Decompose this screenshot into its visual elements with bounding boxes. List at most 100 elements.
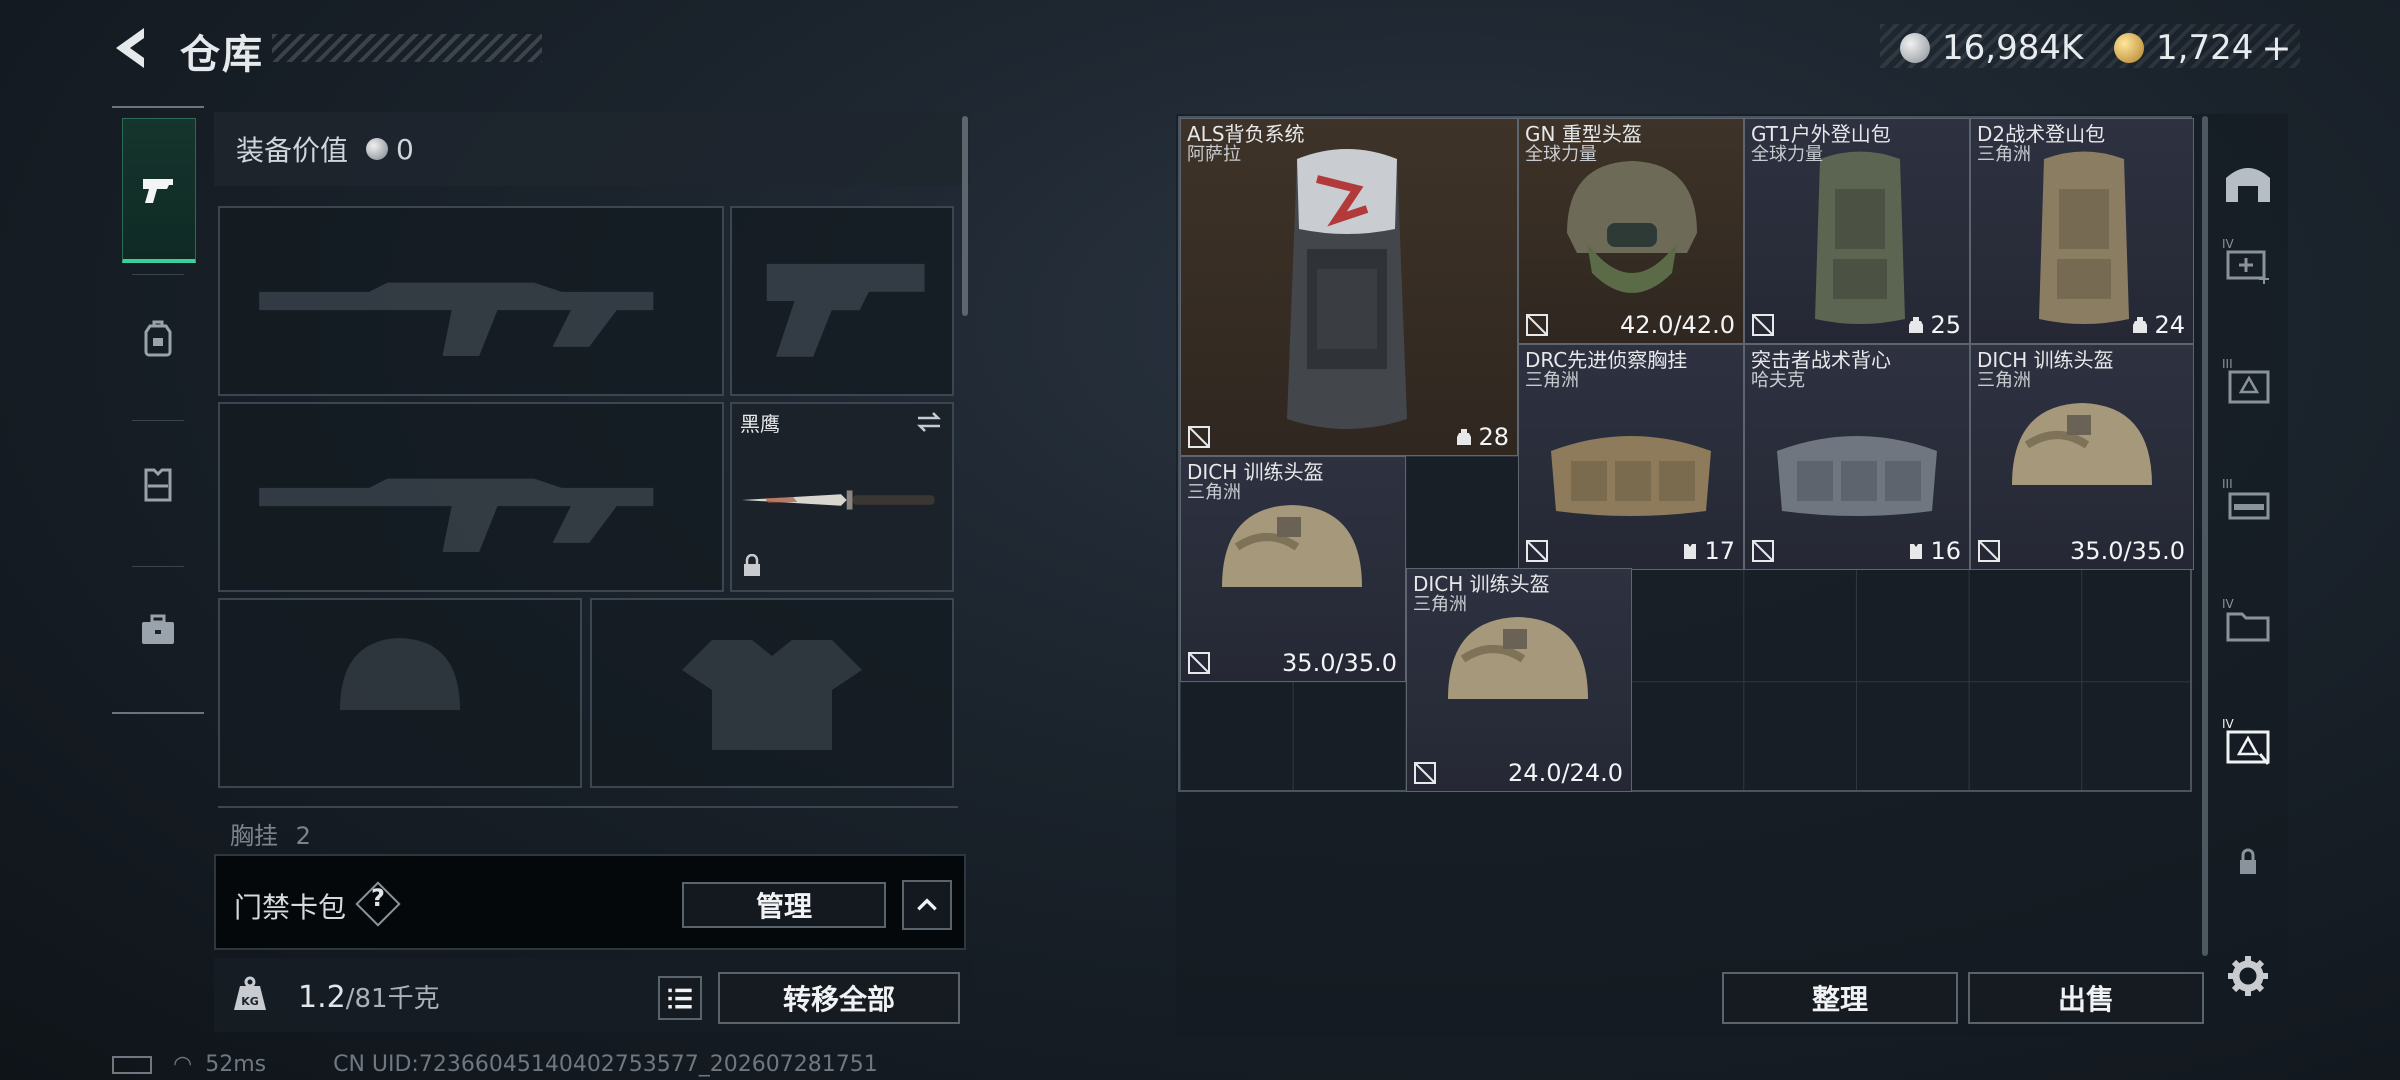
- svg-text:IV: IV: [2222, 597, 2235, 611]
- weapon-rack-icon: III: [2222, 477, 2270, 520]
- item-stat-value: 28: [1478, 423, 1509, 451]
- tab-weapons[interactable]: [122, 118, 196, 263]
- svg-text:IV: IV: [2222, 717, 2235, 731]
- tab-backpack[interactable]: [122, 268, 194, 408]
- tab-vest[interactable]: [122, 414, 194, 554]
- rifle-silhouette-icon: [259, 282, 654, 356]
- item-brand: 三角洲: [1977, 144, 2031, 165]
- inventory-item[interactable]: ALS背负系统 阿萨拉 28: [1180, 118, 1518, 456]
- swap-icon[interactable]: [914, 410, 944, 434]
- svg-text:IV: IV: [2222, 237, 2235, 251]
- collapse-button[interactable]: [902, 880, 952, 930]
- helmet-silhouette-icon: [340, 638, 460, 710]
- item-brand: 三角洲: [1525, 370, 1579, 391]
- backpack-icon: [144, 320, 172, 357]
- chest-rig-slot[interactable]: 胸挂 2: [218, 806, 958, 850]
- inventory-grid: ALS背负系统 阿萨拉 28 GN 重型头盔 全球力量 42.0/42.0 GT…: [1178, 116, 2194, 792]
- item-brand: 三角洲: [1413, 594, 1467, 615]
- item-stat: 28: [1454, 423, 1509, 451]
- list-icon: [668, 988, 692, 1009]
- bound-icon: [1188, 652, 1210, 674]
- equipment-value-label: 装备价值: [236, 134, 349, 167]
- sidebar-item-safehouse[interactable]: [2218, 152, 2278, 212]
- sidebar-item-storage-4b-active[interactable]: IV: [2218, 712, 2278, 772]
- inventory-item[interactable]: 突击者战术背心 哈夫克 16: [1744, 344, 1970, 570]
- helmet-item-icon: [1448, 617, 1588, 699]
- sidebar-item-storage-3b[interactable]: III: [2218, 472, 2278, 532]
- inventory-item[interactable]: DICH 训练头盔 三角洲 24.0/24.0: [1406, 568, 1632, 792]
- transfer-all-button[interactable]: 转移全部: [718, 972, 960, 1024]
- sidebar-item-locked[interactable]: [2218, 832, 2278, 892]
- item-brand: 全球力量: [1751, 144, 1823, 165]
- tab-case[interactable]: [122, 560, 194, 700]
- sidebar-item-medical[interactable]: IV: [2218, 232, 2278, 292]
- item-brand: 三角洲: [1977, 370, 2031, 391]
- weight-max: /81千克: [345, 984, 440, 1014]
- armor-slot[interactable]: [590, 598, 954, 788]
- helmet-slot[interactable]: [218, 598, 582, 788]
- armor-silhouette-icon: [682, 640, 862, 750]
- silver-amount: 16,984K: [1942, 28, 2084, 68]
- inventory-item[interactable]: D2战术登山包 三角洲 24: [1970, 118, 2194, 344]
- title-decoration: [272, 34, 542, 62]
- add-gold-button[interactable]: +: [2261, 28, 2291, 69]
- item-brand: 全球力量: [1525, 144, 1597, 165]
- pistol-silhouette-icon: [766, 263, 925, 357]
- list-view-button[interactable]: [658, 976, 702, 1020]
- uid-readout: CN UID:7236604514040​2753577_20260728175…: [333, 1052, 878, 1077]
- bound-icon: [1188, 426, 1210, 448]
- pistol-slot[interactable]: [730, 206, 954, 396]
- backpack-item-icon: [2039, 151, 2129, 324]
- item-name: DICH 训练头盔: [1977, 348, 2114, 372]
- inventory-item[interactable]: GT1户外登山包 全球力量 25: [1744, 118, 1970, 344]
- gold-balance: 1,724 +: [2114, 26, 2292, 70]
- item-stat-value: 42.0/42.0: [1620, 311, 1735, 339]
- inventory-item[interactable]: DICH 训练头盔 三角洲 35.0/35.0: [1970, 344, 2194, 570]
- rifle-silhouette-icon: [259, 478, 654, 552]
- backpack-item-icon: [1815, 151, 1905, 324]
- item-brand: 哈夫克: [1751, 370, 1805, 391]
- inventory-item[interactable]: DRC先进侦察胸挂 三角洲 17: [1518, 344, 1744, 570]
- primary-weapon-slot[interactable]: [218, 206, 724, 396]
- back-button[interactable]: [108, 24, 156, 72]
- bound-icon: [1526, 314, 1548, 336]
- item-stat-value: 25: [1930, 311, 1961, 339]
- storage-crate-icon: IV: [2222, 717, 2270, 765]
- gear-icon: [2228, 956, 2268, 996]
- weight-current: 1.2: [298, 980, 346, 1015]
- equipment-value-amount: 0: [396, 132, 414, 166]
- bound-icon: [1978, 540, 2000, 562]
- safehouse-icon: [2226, 168, 2270, 202]
- ping-readout: 52ms: [205, 1052, 267, 1077]
- silver-balance: 16,984K: [1900, 26, 2083, 70]
- inventory-scrollbar[interactable]: [2202, 116, 2208, 956]
- equipment-tabs: [112, 106, 204, 714]
- sidebar-item-storage-3a[interactable]: III: [2218, 352, 2278, 412]
- sell-button[interactable]: 出售: [1968, 972, 2204, 1024]
- item-stat-value: 35.0/35.0: [2070, 537, 2185, 565]
- item-stat: 17: [1680, 537, 1735, 565]
- briefcase-icon: [142, 614, 174, 644]
- page-title: 仓库: [180, 32, 264, 78]
- inventory-item[interactable]: GN 重型头盔 全球力量 42.0/42.0: [1518, 118, 1744, 344]
- item-name: D2战术登山包: [1977, 122, 2106, 146]
- vest-item-icon: [1777, 436, 1937, 516]
- manage-button[interactable]: 管理: [682, 882, 886, 928]
- item-stat: 24: [2130, 311, 2185, 339]
- loadout-scrollbar[interactable]: [962, 116, 968, 316]
- secondary-weapon-slot[interactable]: [218, 402, 724, 592]
- item-name: DICH 训练头盔: [1187, 460, 1324, 484]
- melee-slot[interactable]: 黑鹰: [730, 402, 954, 592]
- wifi-icon: ◠: [173, 1052, 193, 1077]
- keycard-case: 门禁卡包 ? 管理: [214, 854, 966, 950]
- bound-icon: [1526, 540, 1548, 562]
- backpack-item-icon: [1287, 149, 1407, 429]
- help-icon[interactable]: ?: [364, 884, 392, 912]
- helmet-item-icon: [1567, 161, 1697, 293]
- gold-amount: 1,724: [2156, 28, 2254, 68]
- capacity-icon: [1909, 317, 1924, 333]
- settings-button[interactable]: [2218, 946, 2278, 1006]
- sort-button[interactable]: 整理: [1722, 972, 1958, 1024]
- inventory-item[interactable]: DICH 训练头盔 三角洲 35.0/35.0: [1180, 456, 1406, 682]
- sidebar-item-storage-4a[interactable]: IV: [2218, 592, 2278, 652]
